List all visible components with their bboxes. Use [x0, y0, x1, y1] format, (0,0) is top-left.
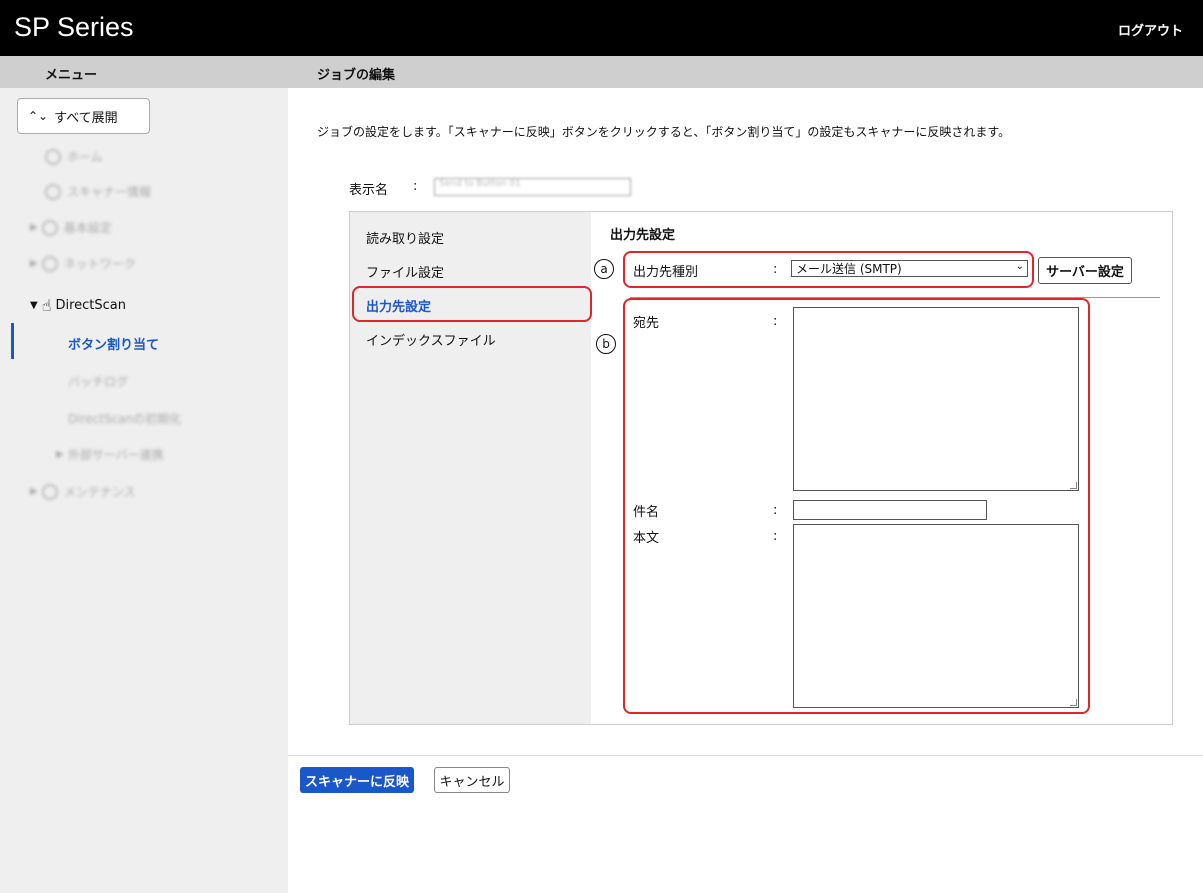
sidebar-item-label: DirectScan	[55, 298, 126, 313]
hand-pointer-icon: ☝	[41, 296, 52, 315]
sidebar-item-label: スキャナー情報	[67, 185, 152, 199]
expand-chevron-icon: ⌃⌄	[28, 109, 49, 123]
sidebar-item-label: バッチログ	[68, 375, 129, 389]
marker-a: a	[594, 259, 614, 279]
display-name-colon: :	[413, 179, 418, 194]
sidebar-item-external-server[interactable]: ▶ 外部サーバー連携	[56, 446, 164, 463]
active-indicator	[11, 323, 14, 359]
wrench-icon	[41, 483, 58, 500]
expand-triangle-icon: ▶	[30, 486, 38, 497]
sidebar-item-maintenance[interactable]: ▶ メンテナンス	[30, 483, 135, 500]
sidebar-item-scanner-info[interactable]: スキャナー情報	[45, 183, 151, 200]
top-bar: SP Series ログアウト	[0, 0, 1203, 56]
sidebar-item-label: ホーム	[67, 150, 103, 164]
sidebar-item-label: DirectScanの初期化	[68, 412, 182, 426]
display-name-label: 表示名	[349, 183, 389, 198]
display-name-input[interactable]: Send to Button 01	[434, 178, 631, 196]
footer-divider	[288, 755, 1203, 756]
sidebar-item-network[interactable]: ▶ ネットワーク	[30, 255, 136, 272]
expand-triangle-icon: ▶	[30, 258, 38, 269]
sidebar-item-label: 基本設定	[63, 221, 112, 235]
app-title: SP Series	[14, 12, 134, 42]
sidebar-item-batch-log[interactable]: バッチログ	[68, 373, 128, 390]
highlight-destination-type	[623, 251, 1034, 288]
tab-file-settings[interactable]: ファイル設定	[366, 262, 444, 281]
sidebar-item-label: ネットワーク	[63, 257, 136, 271]
sidebar-item-directscan-reset[interactable]: DirectScanの初期化	[68, 410, 181, 427]
sidebar-item-directscan[interactable]: ▼ ☝ DirectScan	[30, 296, 126, 315]
sidebar-item-label: ボタン割り当て	[68, 338, 160, 353]
expand-triangle-icon: ▶	[30, 222, 38, 233]
menu-label: メニュー	[45, 68, 98, 83]
sidebar-item-label: 外部サーバー連携	[67, 448, 164, 462]
gear-icon	[41, 219, 58, 236]
marker-b: b	[596, 334, 616, 354]
sidebar-item-button-assignment[interactable]: ボタン割り当て	[68, 334, 159, 353]
expand-all-button[interactable]: ⌃⌄ すべて展開	[17, 98, 150, 134]
cancel-button[interactable]: キャンセル	[434, 767, 510, 793]
sidebar-item-basic-settings[interactable]: ▶ 基本設定	[30, 219, 112, 236]
network-icon	[41, 255, 58, 272]
highlight-selected-tab	[352, 286, 592, 322]
sidebar-item-home[interactable]: ホーム	[45, 148, 103, 165]
logout-link[interactable]: ログアウト	[1118, 20, 1183, 39]
page-description: ジョブの設定をします。「スキャナーに反映」ボタンをクリックすると、「ボタン割り当…	[317, 125, 1011, 139]
tab-read-settings[interactable]: 読み取り設定	[366, 228, 444, 247]
expand-triangle-icon: ▶	[56, 449, 64, 460]
sidebar-item-label: メンテナンス	[63, 485, 136, 499]
section-title: 出力先設定	[610, 228, 676, 243]
expand-all-label: すべて展開	[54, 110, 118, 126]
apply-to-scanner-button[interactable]: スキャナーに反映	[300, 767, 414, 793]
tab-index-file[interactable]: インデックスファイル	[366, 330, 496, 349]
home-icon	[45, 148, 61, 165]
sub-header: メニュー ジョブの編集	[0, 56, 1203, 88]
info-icon	[45, 183, 61, 200]
page-title: ジョブの編集	[317, 68, 396, 83]
collapse-triangle-icon: ▼	[30, 300, 38, 311]
server-settings-button[interactable]: サーバー設定	[1038, 257, 1132, 284]
highlight-mail-fields	[623, 298, 1090, 714]
